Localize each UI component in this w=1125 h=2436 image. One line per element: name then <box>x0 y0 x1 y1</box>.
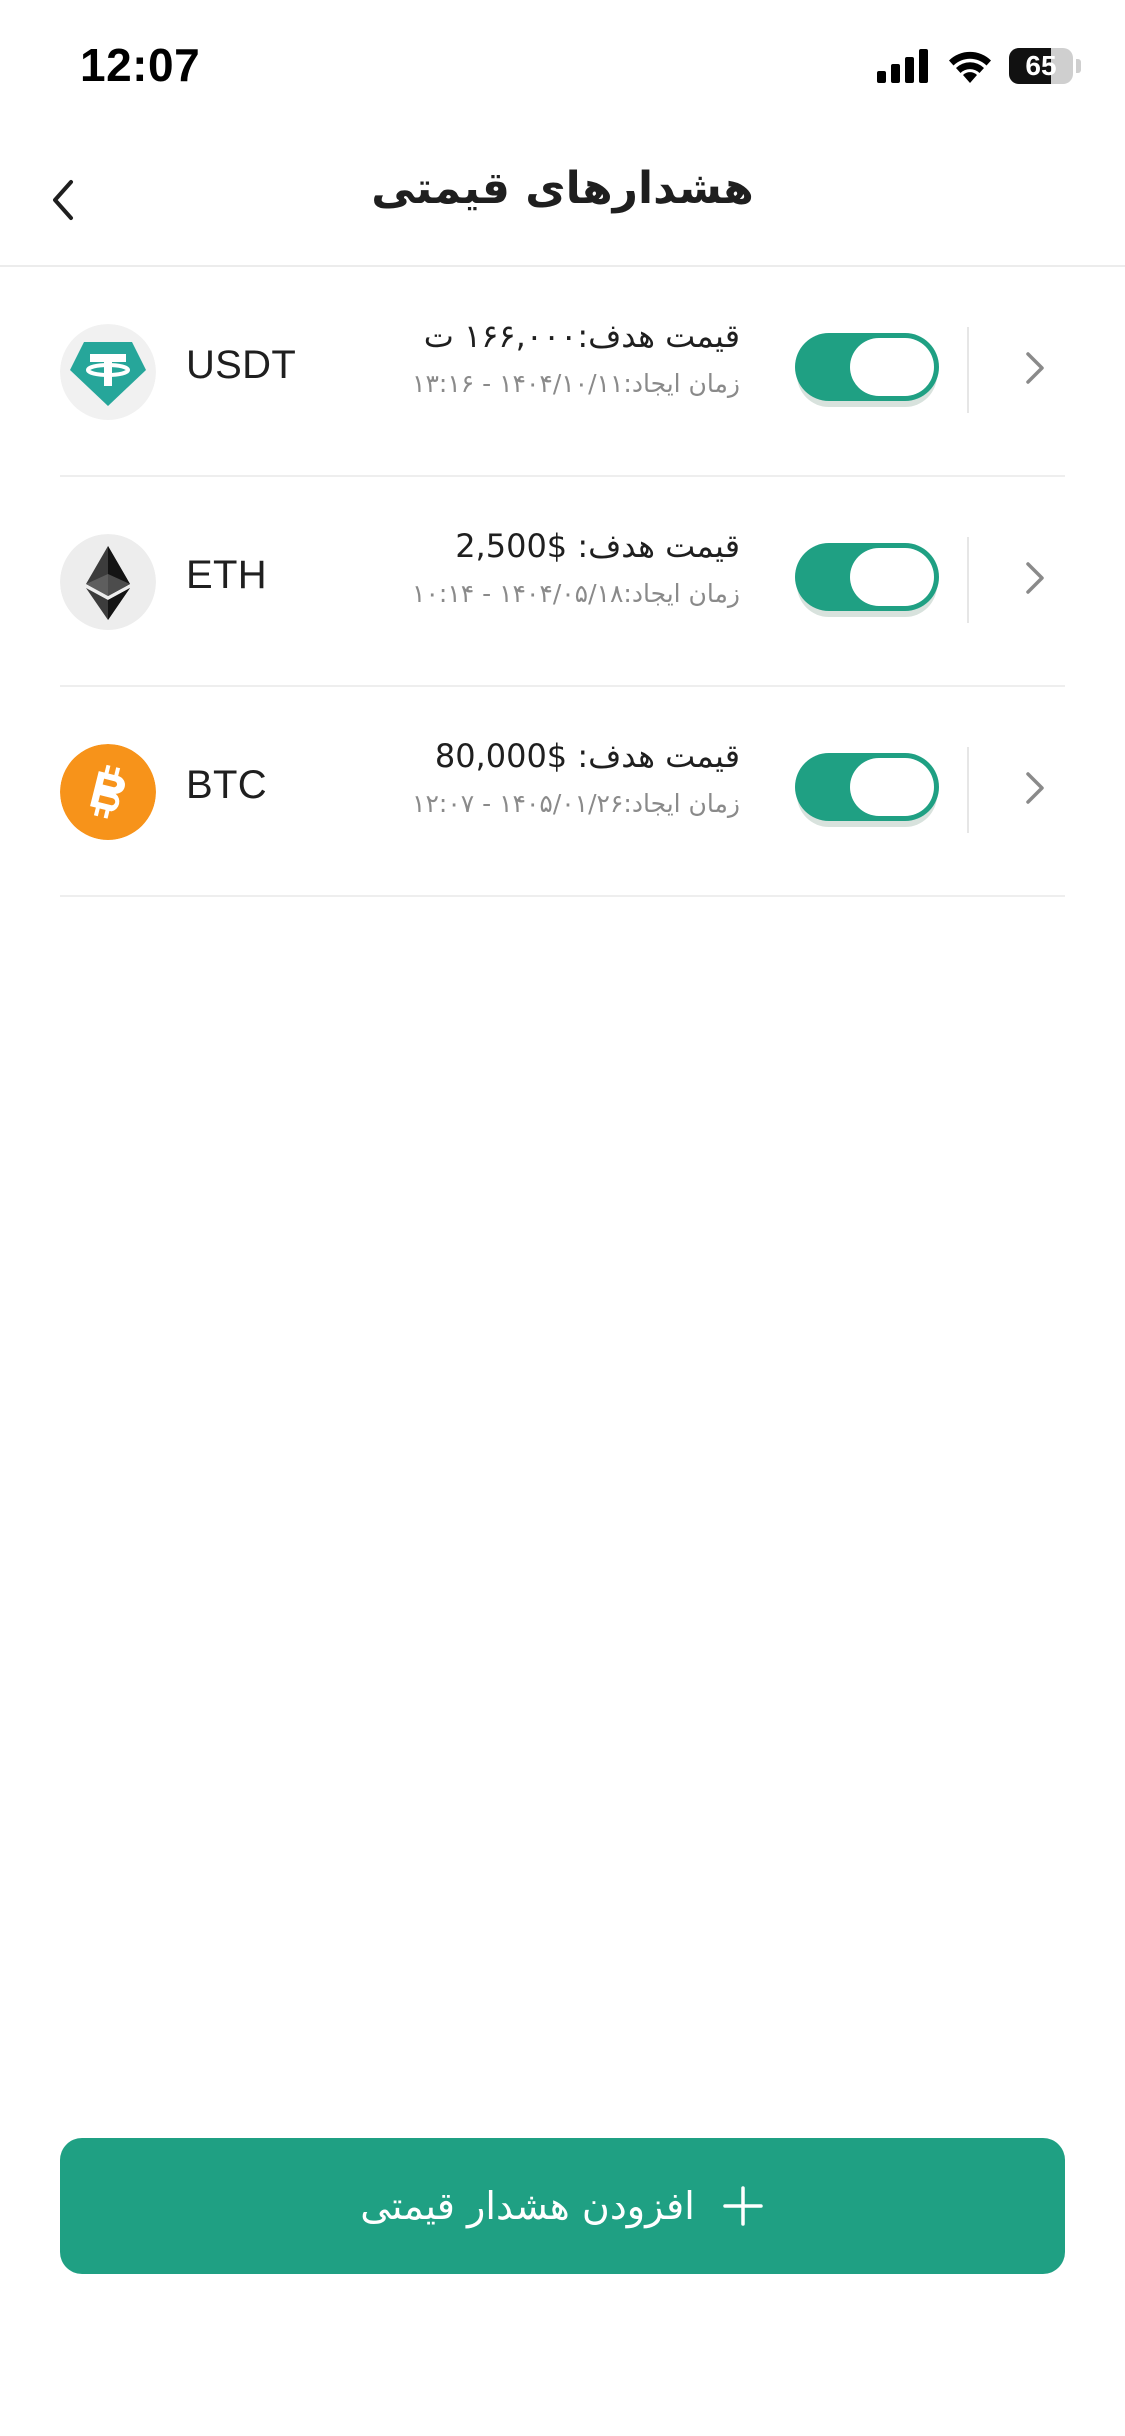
battery-level: 65 <box>1025 50 1057 81</box>
header: هشدارهای قیمتی <box>0 135 1125 267</box>
toggle-knob <box>850 548 934 606</box>
row-divider <box>967 537 969 623</box>
add-button-label: افزودن هشدار قیمتی <box>360 2184 695 2228</box>
status-icons: 65 <box>877 48 1081 84</box>
toggle-knob <box>850 758 934 816</box>
target-price: قیمت هدف: $80,000 <box>434 737 740 775</box>
coin-symbol: USDT <box>186 343 297 387</box>
toggle-knob <box>850 338 934 396</box>
created-at: زمان ایجاد:۱۴۰۴/۰۵/۱۸ - ۱۰:۱۴ <box>412 579 740 608</box>
alert-row-eth[interactable]: ETH قیمت هدف: $2,500 زمان ایجاد:۱۴۰۴/۰۵/… <box>60 477 1065 687</box>
target-price: قیمت هدف: $2,500 <box>455 527 740 565</box>
alert-info: قیمت هدف: $80,000 زمان ایجاد:۱۴۰۵/۰۱/۲۶ … <box>412 737 740 818</box>
bitcoin-icon <box>60 744 156 840</box>
chevron-right-icon <box>1026 562 1044 594</box>
alert-info: قیمت هدف:۱۶۶,۰۰۰ ت زمان ایجاد:۱۴۰۴/۱۰/۱۱… <box>412 317 740 398</box>
alert-toggle[interactable] <box>795 543 939 611</box>
row-divider <box>967 747 969 833</box>
alert-toggle[interactable] <box>795 333 939 401</box>
created-at: زمان ایجاد:۱۴۰۵/۰۱/۲۶ - ۱۲:۰۷ <box>412 789 740 818</box>
row-chevron-button[interactable] <box>1010 343 1060 393</box>
alert-info: قیمت هدف: $2,500 زمان ایجاد:۱۴۰۴/۰۵/۱۸ -… <box>412 527 740 608</box>
add-price-alert-button[interactable]: افزودن هشدار قیمتی <box>60 2138 1065 2274</box>
alert-row-usdt[interactable]: USDT قیمت هدف:۱۶۶,۰۰۰ ت زمان ایجاد:۱۴۰۴/… <box>60 267 1065 477</box>
target-price: قیمت هدف:۱۶۶,۰۰۰ ت <box>423 317 740 355</box>
row-chevron-button[interactable] <box>1010 553 1060 603</box>
tether-icon <box>60 324 156 420</box>
wifi-icon <box>949 51 991 83</box>
battery-icon: 65 <box>1009 48 1081 84</box>
created-at: زمان ایجاد:۱۴۰۴/۱۰/۱۱ - ۱۳:۱۶ <box>412 369 740 398</box>
alert-list: USDT قیمت هدف:۱۶۶,۰۰۰ ت زمان ایجاد:۱۴۰۴/… <box>60 267 1065 897</box>
chevron-right-icon <box>1026 772 1044 804</box>
coin-symbol: BTC <box>186 763 267 807</box>
row-divider <box>967 327 969 413</box>
coin-symbol: ETH <box>186 553 267 597</box>
alert-toggle[interactable] <box>795 753 939 821</box>
page-title: هشدارهای قیمتی <box>371 163 754 214</box>
plus-icon <box>723 2186 763 2226</box>
status-time: 12:07 <box>80 39 201 91</box>
row-chevron-button[interactable] <box>1010 763 1060 813</box>
status-bar: 12:07 65 <box>0 0 1125 135</box>
alert-row-btc[interactable]: BTC قیمت هدف: $80,000 زمان ایجاد:۱۴۰۵/۰۱… <box>60 687 1065 897</box>
chevron-right-icon <box>1026 352 1044 384</box>
signal-icon <box>877 49 928 83</box>
ethereum-icon <box>60 534 156 630</box>
